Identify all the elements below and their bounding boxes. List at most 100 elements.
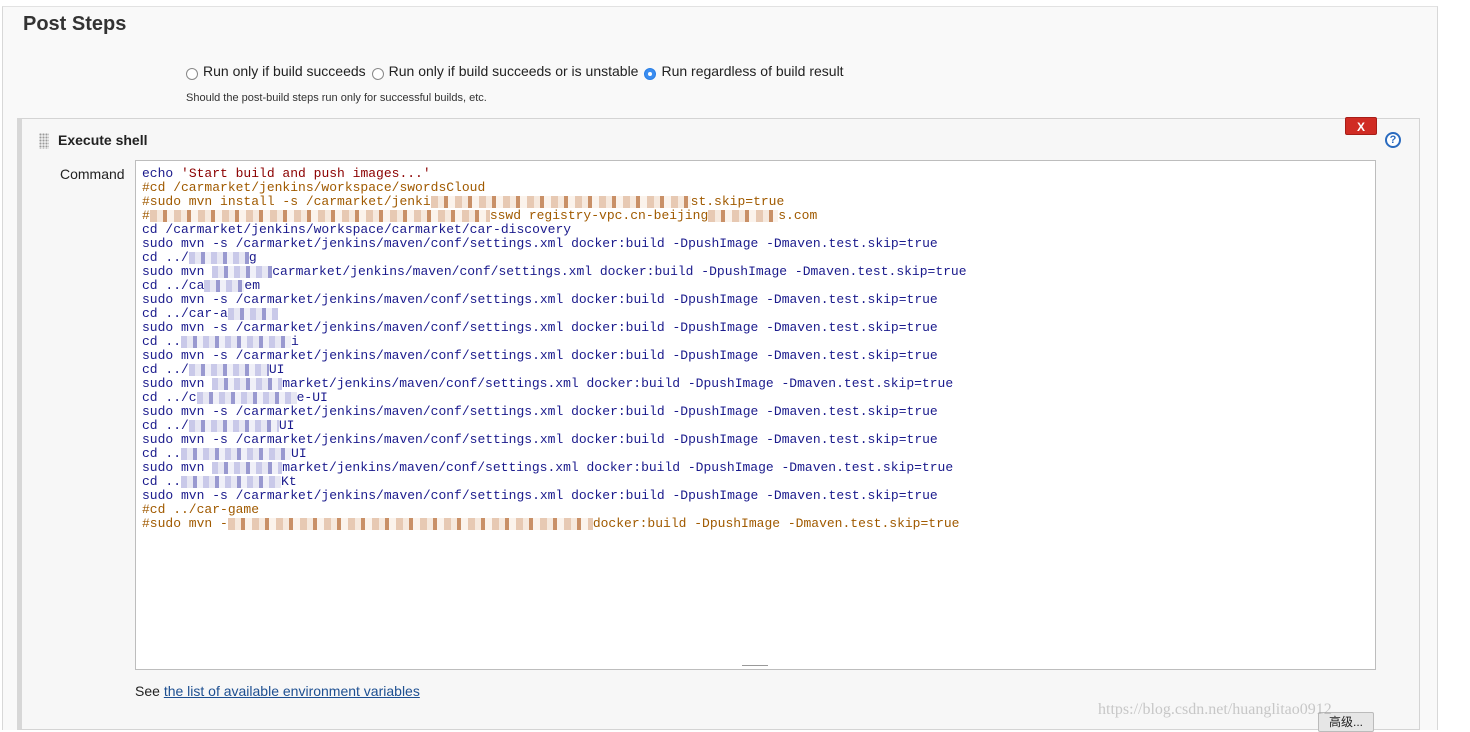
code-token: sudo mvn xyxy=(142,264,213,279)
command-line: cd ../ g xyxy=(142,251,967,265)
code-token: sudo mvn xyxy=(142,460,213,475)
code-token: cd ../ xyxy=(142,250,189,265)
builder-title: Execute shell xyxy=(58,132,148,148)
code-token: e-UI xyxy=(296,390,328,405)
env-variables-row: See the list of available environment va… xyxy=(135,683,420,699)
redacted-segment xyxy=(188,363,269,376)
command-line: sudo mvn -s /carmarket/jenkins/maven/con… xyxy=(142,321,967,335)
code-token: echo xyxy=(142,166,182,181)
code-token: cd ../ca xyxy=(142,278,205,293)
command-code[interactable]: echo 'Start build and push images...' #cd… xyxy=(142,167,967,531)
code-token: 'Start build and push images...' xyxy=(181,166,431,181)
command-line: cd ../c e-UI xyxy=(142,391,967,405)
redacted-segment xyxy=(212,265,273,278)
command-line: sudo mvn -s /carmarket/jenkins/maven/con… xyxy=(142,237,967,251)
env-prefix: See xyxy=(135,683,164,699)
env-variables-link[interactable]: the list of available environment variab… xyxy=(164,683,420,699)
code-token: st.skip=true xyxy=(690,194,785,209)
code-token: cd .. xyxy=(142,474,182,489)
run-condition-hint: Should the post-build steps run only for… xyxy=(186,92,487,104)
code-token: market/jenkins/maven/conf/settings.xml d… xyxy=(282,460,954,475)
command-line: sudo mvn -s /carmarket/jenkins/maven/con… xyxy=(142,293,967,307)
redacted-segment xyxy=(212,377,283,390)
command-line: cd .. Kt xyxy=(142,475,967,489)
command-line: sudo mvn -s /carmarket/jenkins/maven/con… xyxy=(142,405,967,419)
code-token: cd ../ xyxy=(142,362,189,377)
code-token: s.com xyxy=(778,208,818,223)
command-line: #cd ../car-game xyxy=(142,503,967,517)
radio-label: Run regardless of build result xyxy=(661,63,844,79)
code-token: cd ../ xyxy=(142,418,189,433)
command-line: #cd /carmarket/jenkins/workspace/swordsC… xyxy=(142,181,967,195)
redacted-segment xyxy=(196,391,297,404)
code-token: sudo mvn -s /carmarket/jenkins/maven/con… xyxy=(142,236,938,251)
redacted-segment xyxy=(181,335,292,348)
code-token: sudo mvn -s /carmarket/jenkins/maven/con… xyxy=(142,488,938,503)
code-token: sudo mvn -s /carmarket/jenkins/maven/con… xyxy=(142,320,938,335)
code-token: # xyxy=(142,208,150,223)
command-line: #sudo mvn install -s /carmarket/jenki st.… xyxy=(142,195,967,209)
command-line: #sudo mvn - docker:build -DpushImage -Dma… xyxy=(142,517,967,531)
redacted-segment xyxy=(188,251,249,264)
resize-grip-icon[interactable] xyxy=(742,665,768,669)
code-token: cd ../c xyxy=(142,390,197,405)
code-token: i xyxy=(291,334,299,349)
drag-handle-icon[interactable] xyxy=(39,133,49,149)
redacted-segment xyxy=(181,475,282,488)
code-token: UI xyxy=(278,418,295,433)
redacted-segment xyxy=(212,461,283,474)
command-textarea[interactable]: echo 'Start build and push images...' #cd… xyxy=(135,160,1376,670)
redacted-segment xyxy=(181,447,292,460)
radio-button[interactable] xyxy=(186,68,198,80)
code-token: cd .. xyxy=(142,334,182,349)
code-token: #cd /carmarket/jenkins/workspace/swordsC… xyxy=(142,180,486,195)
code-token: sudo mvn -s /carmarket/jenkins/maven/con… xyxy=(142,292,938,307)
command-line: sudo mvn -s /carmarket/jenkins/maven/con… xyxy=(142,433,967,447)
command-line: cd /carmarket/jenkins/workspace/carmarke… xyxy=(142,223,967,237)
code-token: sudo mvn -s /carmarket/jenkins/maven/con… xyxy=(142,348,938,363)
code-token: docker:build -DpushImage -Dmaven.test.sk… xyxy=(592,516,960,531)
redacted-segment xyxy=(227,307,278,320)
redacted-segment xyxy=(149,209,490,222)
code-token: cd .. xyxy=(142,446,182,461)
code-token: cd ../car-a xyxy=(142,306,228,321)
redacted-segment xyxy=(204,279,245,292)
command-label: Command xyxy=(60,166,125,182)
radio-run-regardless[interactable]: Run regardless of build result xyxy=(644,62,844,80)
code-token: #sudo mvn - xyxy=(142,516,228,531)
command-line: cd ../ca em xyxy=(142,279,967,293)
code-token: sswd registry-vpc.cn-beijing xyxy=(489,208,709,223)
command-line: cd ../car-a xyxy=(142,307,967,321)
section-title: Post Steps xyxy=(23,13,127,35)
code-token: sudo mvn -s /carmarket/jenkins/maven/con… xyxy=(142,432,938,447)
delete-builder-button[interactable]: X xyxy=(1345,117,1377,135)
command-line: cd ../ UI xyxy=(142,419,967,433)
code-token: cd /carmarket/jenkins/workspace/carmarke… xyxy=(142,222,572,237)
radio-run-if-succeeds-or-unstable[interactable]: Run only if build succeeds or is unstabl… xyxy=(371,62,639,80)
code-token: sudo mvn -s /carmarket/jenkins/maven/con… xyxy=(142,404,938,419)
code-token: market/jenkins/maven/conf/settings.xml d… xyxy=(282,376,954,391)
command-line: cd ../ UI xyxy=(142,363,967,377)
redacted-segment xyxy=(708,209,779,222)
radio-label: Run only if build succeeds xyxy=(203,63,366,79)
command-line: sudo mvn market/jenkins/maven/conf/setti… xyxy=(142,461,967,475)
redacted-segment xyxy=(227,517,593,530)
code-token: #cd ../car-game xyxy=(142,502,260,517)
command-line: sudo mvn -s /carmarket/jenkins/maven/con… xyxy=(142,489,967,503)
redacted-segment xyxy=(430,195,691,208)
radio-button-selected[interactable] xyxy=(644,68,657,80)
radio-run-if-succeeds[interactable]: Run only if build succeeds xyxy=(186,62,366,80)
code-token: carmarket/jenkins/maven/conf/settings.xm… xyxy=(272,264,967,279)
radio-button[interactable] xyxy=(371,68,384,80)
command-line: sudo mvn carmarket/jenkins/maven/conf/se… xyxy=(142,265,967,279)
code-token: sudo mvn xyxy=(142,376,213,391)
command-line: cd .. UI xyxy=(142,447,967,461)
run-condition-radio-group: Run only if build succeeds Run only if b… xyxy=(186,62,850,80)
redacted-segment xyxy=(188,419,279,432)
command-line: # sswd registry-vpc.cn-beijing s.com xyxy=(142,209,967,223)
code-token: UI xyxy=(291,446,307,461)
code-token: UI xyxy=(268,362,285,377)
code-token: Kt xyxy=(281,474,297,489)
radio-label: Run only if build succeeds or is unstabl… xyxy=(388,63,639,79)
help-icon[interactable]: ? xyxy=(1385,132,1401,148)
